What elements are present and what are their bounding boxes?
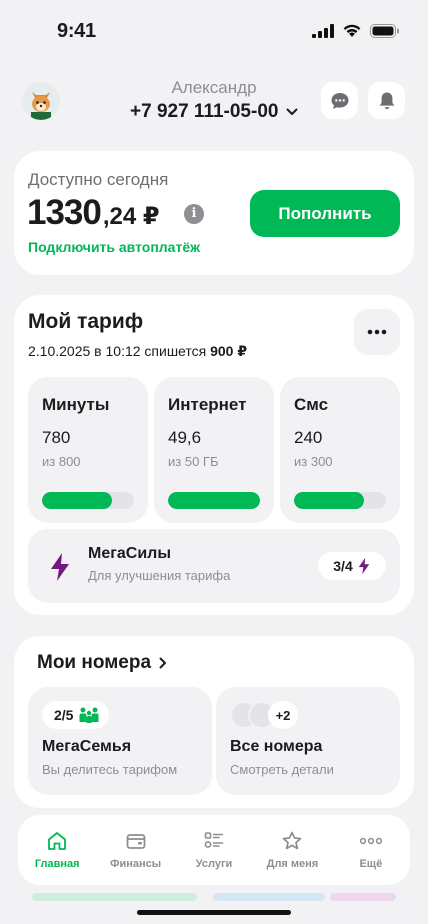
quota-progress [42, 492, 134, 509]
more-dots-icon [367, 329, 387, 335]
home-indicator [137, 910, 291, 915]
quota-total: из 800 [42, 454, 81, 469]
tariff-card: Мой тариф 2.10.2025 в 10:12 спишется 900… [14, 295, 414, 615]
quota-progress-fill [294, 492, 364, 509]
tab-services[interactable]: Услуги [175, 815, 253, 885]
all-numbers-title: Все номера [230, 738, 323, 755]
status-icons [312, 24, 400, 38]
numbers-card: Мои номера 2/5 МегаСемья Вы делитесь тар… [14, 636, 414, 808]
phone-number: +7 927 111-05-00 [130, 101, 279, 122]
wallet-icon [126, 834, 146, 849]
quota-value: 49,6 [168, 428, 202, 447]
quota-total: из 50 ГБ [168, 454, 219, 469]
family-badge: 2/5 [42, 701, 110, 729]
notifications-button[interactable] [368, 82, 405, 119]
topup-button[interactable]: Пополнить [250, 190, 400, 237]
quota-progress-fill [168, 492, 260, 509]
tab-label: Услуги [195, 858, 233, 870]
tab-label: Ещё [359, 858, 383, 870]
lightning-icon [358, 557, 369, 575]
quota-value: 240 [294, 428, 323, 447]
chat-bubble-icon [331, 92, 348, 109]
megasily-count: 3/4 [333, 558, 353, 574]
numbers-avatars: +2 [230, 701, 298, 729]
quota-internet[interactable]: Интернет 49,6 из 50 ГБ [154, 377, 274, 523]
content-preview-strip [330, 893, 396, 901]
family-count: 2/5 [54, 707, 74, 723]
numbers-title: Мои номера [37, 652, 152, 673]
tab-home[interactable]: Главная [18, 815, 96, 885]
quota-sms[interactable]: Смс 240 из 300 [280, 377, 400, 523]
quota-total: из 300 [294, 454, 333, 469]
tariff-more-button[interactable] [354, 309, 400, 355]
lightning-icon [51, 553, 69, 581]
status-time: 9:41 [57, 20, 96, 42]
balance-integer: 1330 [27, 193, 102, 232]
balance-fraction: ,24 ₽ [102, 203, 160, 230]
family-subtitle: Вы делитесь тарифом [42, 762, 178, 777]
balance-amount: 1330 ,24 ₽ [27, 193, 160, 233]
wifi-icon [343, 24, 361, 37]
tab-label: Главная [34, 858, 80, 870]
more-dots-icon [359, 837, 382, 845]
chat-button[interactable] [321, 82, 358, 119]
quota-label: Смс [294, 395, 329, 414]
tab-bar: Главная Финансы Услуги Для меня Ещё [18, 815, 410, 885]
content-preview-strip [213, 893, 325, 901]
megasily-row[interactable]: МегаСилы Для улучшения тарифа 3/4 [28, 529, 400, 603]
megasily-badge: 3/4 [318, 552, 386, 580]
services-list-icon [204, 832, 224, 848]
more-numbers-count: +2 [268, 701, 298, 729]
balance-label: Доступно сегодня [28, 170, 169, 189]
user-name: Александр [171, 78, 257, 97]
tab-for-me[interactable]: Для меня [253, 815, 331, 885]
tab-finance[interactable]: Финансы [96, 815, 174, 885]
tab-label: Для меня [266, 858, 319, 870]
bell-icon [379, 92, 394, 109]
numbers-title-link[interactable]: Мои номера [37, 652, 167, 674]
megafamily-tile[interactable]: 2/5 МегаСемья Вы делитесь тарифом [28, 687, 212, 795]
charge-amount: 900 ₽ [210, 343, 248, 359]
quota-progress [168, 492, 260, 509]
tab-more[interactable]: Ещё [332, 815, 410, 885]
autopay-link[interactable]: Подключить автоплатёж [28, 239, 200, 255]
balance-card: Доступно сегодня 1330 ,24 ₽ i Подключить… [14, 151, 414, 275]
star-icon [283, 831, 302, 850]
quota-minutes[interactable]: Минуты 780 из 800 [28, 377, 148, 523]
chevron-down-icon [286, 108, 298, 115]
quota-progress-fill [42, 492, 112, 509]
family-icon [79, 707, 99, 723]
home-icon [48, 832, 67, 850]
megasily-subtitle: Для улучшения тарифа [88, 568, 231, 583]
content-preview-strip [32, 893, 197, 901]
info-icon[interactable]: i [184, 204, 204, 224]
megasily-title: МегаСилы [88, 545, 172, 562]
battery-icon [370, 24, 399, 38]
tariff-title: Мой тариф [28, 310, 144, 333]
quota-label: Интернет [168, 395, 247, 414]
tariff-charge-info: 2.10.2025 в 10:12 спишется 900 ₽ [28, 343, 247, 360]
family-title: МегаСемья [42, 738, 132, 755]
quota-progress [294, 492, 386, 509]
phone-selector[interactable]: +7 927 111-05-00 [130, 101, 298, 123]
tab-label: Финансы [110, 858, 162, 870]
quota-value: 780 [42, 428, 71, 447]
all-numbers-subtitle: Смотреть детали [230, 762, 334, 777]
all-numbers-tile[interactable]: +2 Все номера Смотреть детали [216, 687, 400, 795]
chevron-right-icon [159, 657, 167, 669]
quota-label: Минуты [42, 395, 110, 414]
charge-date: 2.10.2025 в 10:12 спишется [28, 343, 207, 359]
signal-icon [312, 24, 334, 38]
